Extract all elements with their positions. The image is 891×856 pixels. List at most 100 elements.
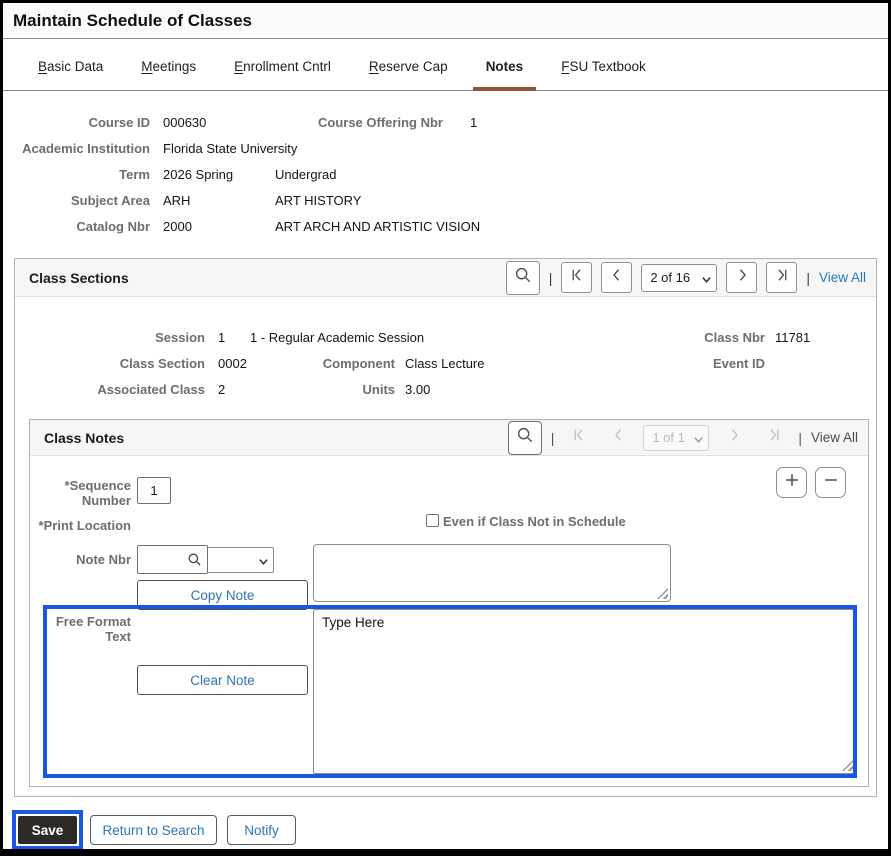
tab-enrollment-cntrl[interactable]: Enrollment Cntrl — [234, 39, 331, 90]
term-row: Term 2026 Spring Undergrad — [3, 167, 888, 187]
associated-class-value: 2 — [218, 382, 225, 397]
first-row-button[interactable] — [561, 262, 592, 293]
units-label: Units — [250, 382, 395, 397]
last-row-button-disabled — [758, 422, 789, 453]
title-bar: Maintain Schedule of Classes — [3, 3, 888, 39]
subject-area-label: Subject Area — [3, 193, 150, 208]
return-to-search-button[interactable]: Return to Search — [90, 815, 217, 845]
search-icon — [516, 426, 534, 449]
row-selector[interactable]: 2 of 16 — [641, 264, 717, 292]
class-notes-groupbox: Class Notes | — [29, 419, 869, 787]
next-row-icon — [725, 426, 743, 449]
note-text-wrap — [313, 544, 671, 602]
course-id-value: 000630 — [163, 115, 206, 130]
class-section-label: Class Section — [15, 356, 205, 371]
subject-area-value: ARH — [163, 193, 190, 208]
row-selector-wrap: 2 of 16 — [641, 264, 717, 292]
last-row-icon — [773, 266, 791, 289]
search-icon — [514, 266, 532, 289]
page-title: Maintain Schedule of Classes — [13, 11, 252, 31]
associated-class-label: Associated Class — [15, 382, 205, 397]
component-label: Component — [250, 356, 395, 371]
course-offering-nbr-value: 1 — [470, 115, 477, 130]
nav-separator: | — [549, 270, 553, 286]
session-desc: 1 - Regular Academic Session — [250, 330, 424, 345]
note-text-area[interactable] — [314, 545, 670, 601]
term-value: 2026 Spring — [163, 167, 233, 182]
print-location-label: *Print Location — [30, 518, 131, 533]
class-nbr-label: Class Nbr — [615, 330, 765, 345]
next-row-button-disabled — [718, 422, 749, 453]
view-all-link[interactable]: View All — [819, 270, 866, 285]
first-row-icon — [570, 426, 588, 449]
catalog-nbr-value: 2000 — [163, 219, 192, 234]
tab-notes[interactable]: Notes — [486, 39, 524, 90]
view-all-link[interactable]: View All — [811, 430, 858, 445]
nav-separator: | — [806, 270, 810, 286]
even-if-class-not-in-schedule-checkbox[interactable] — [426, 514, 439, 527]
minus-icon — [821, 470, 841, 495]
first-row-button-disabled — [563, 422, 594, 453]
next-row-button[interactable] — [726, 262, 757, 293]
previous-row-button-disabled — [603, 422, 634, 453]
class-notes-title: Class Notes — [44, 430, 124, 446]
copy-note-button[interactable]: Copy Note — [137, 580, 308, 610]
add-row-button[interactable] — [776, 467, 807, 498]
class-notes-header: Class Notes | — [30, 420, 868, 456]
even-if-class-not-in-schedule-label: Even if Class Not in Schedule — [443, 514, 626, 529]
session-row: Session 1 1 - Regular Academic Session C… — [15, 330, 876, 348]
class-nbr-value: 11781 — [775, 330, 810, 345]
sequence-number-label: *Sequence Number — [30, 478, 131, 508]
notify-button[interactable]: Notify — [227, 815, 296, 845]
free-format-text-wrap: Type Here — [313, 609, 856, 774]
sequence-number-input[interactable] — [137, 477, 171, 504]
academic-institution-value: Florida State University — [163, 141, 297, 156]
academic-institution-label: Academic Institution — [3, 141, 150, 156]
row-selector-disabled: 1 of 1 — [643, 425, 709, 451]
note-nbr-input[interactable] — [138, 546, 186, 573]
clear-note-button[interactable]: Clear Note — [137, 665, 308, 695]
plus-icon — [782, 470, 802, 495]
tab-reserve-cap[interactable]: Reserve Cap — [369, 39, 448, 90]
catalog-nbr-row: Catalog Nbr 2000 ART ARCH AND ARTISTIC V… — [3, 219, 888, 239]
class-section-value: 0002 — [218, 356, 247, 371]
delete-row-button[interactable] — [815, 467, 846, 498]
catalog-nbr-desc: ART ARCH AND ARTISTIC VISION — [275, 219, 480, 234]
search-button[interactable] — [506, 261, 540, 295]
subject-area-row: Subject Area ARH ART HISTORY — [3, 193, 888, 213]
first-row-icon — [568, 266, 586, 289]
tab-meetings[interactable]: Meetings — [141, 39, 196, 90]
last-row-button[interactable] — [766, 262, 797, 293]
free-format-text-area[interactable]: Type Here — [314, 610, 855, 773]
course-offering-nbr-label: Course Offering Nbr — [318, 115, 443, 130]
nav-separator: | — [551, 430, 555, 446]
save-button[interactable]: Save — [18, 816, 77, 844]
term-career-value: Undergrad — [275, 167, 336, 182]
course-id-row: Course ID 000630 Course Offering Nbr 1 — [3, 115, 888, 135]
catalog-nbr-label: Catalog Nbr — [3, 219, 150, 234]
event-id-label: Event ID — [615, 356, 765, 371]
nav-separator: | — [798, 430, 802, 446]
last-row-icon — [765, 426, 783, 449]
tab-fsu-textbook[interactable]: FSU Textbook — [561, 39, 646, 90]
class-sections-title: Class Sections — [29, 270, 129, 286]
class-sections-navbar: | 2 of 16 — [506, 261, 866, 295]
tab-basic-data[interactable]: Basic Data — [38, 39, 103, 90]
note-nbr-lookup-icon[interactable] — [187, 552, 202, 572]
previous-row-button[interactable] — [601, 262, 632, 293]
session-value: 1 — [218, 330, 225, 345]
note-nbr-label: Note Nbr — [30, 552, 131, 567]
search-button[interactable] — [508, 421, 542, 455]
subject-area-desc: ART HISTORY — [275, 193, 361, 208]
row-selector-wrap: 1 of 1 — [643, 425, 709, 451]
previous-row-icon — [610, 426, 628, 449]
previous-row-icon — [608, 266, 626, 289]
associated-class-row: Associated Class 2 Units 3.00 — [15, 382, 876, 400]
units-value: 3.00 — [405, 382, 430, 397]
term-label: Term — [3, 167, 150, 182]
next-row-icon — [733, 266, 751, 289]
component-value: Class Lecture — [405, 356, 484, 371]
page: Maintain Schedule of Classes Basic Data … — [0, 0, 891, 856]
academic-institution-row: Academic Institution Florida State Unive… — [3, 141, 888, 161]
free-format-text-label: Free Format Text — [30, 614, 131, 644]
